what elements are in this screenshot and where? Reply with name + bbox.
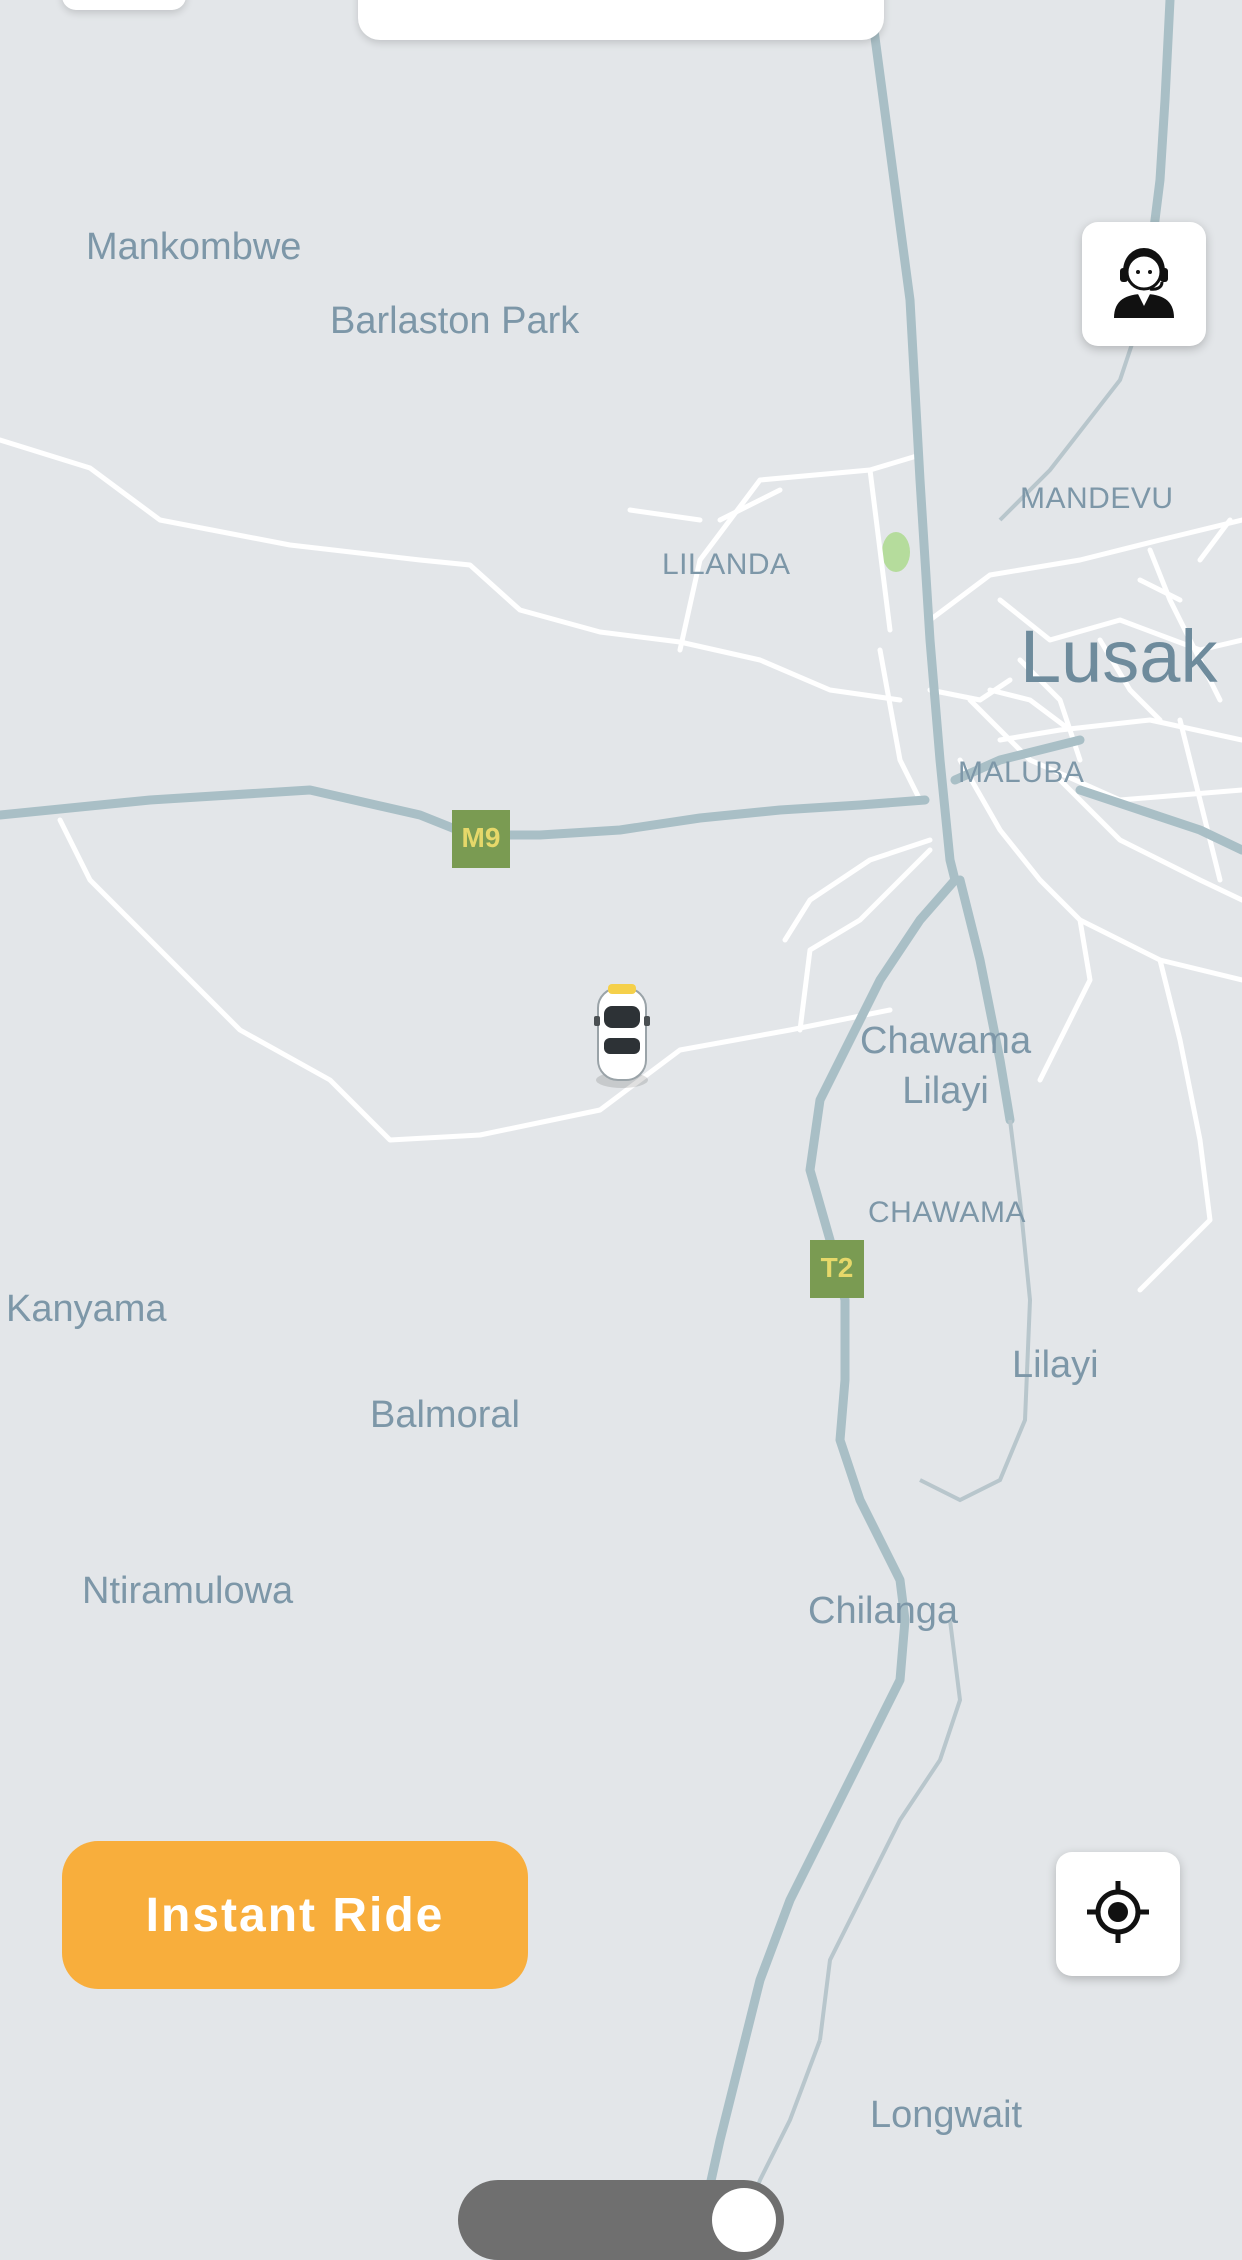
place-label-ntiramulowa: Ntiramulowa xyxy=(82,1570,294,1612)
pickup-search-card[interactable] xyxy=(358,0,884,40)
place-label-kanyama: Kanyama xyxy=(6,1288,167,1330)
place-label-lilayi: Lilayi xyxy=(1012,1344,1099,1386)
place-label-lusaka: Lusak xyxy=(1020,615,1218,698)
top-left-menu-button[interactable] xyxy=(62,0,186,10)
place-label-maluba: MALUBA xyxy=(958,756,1085,789)
place-label-chawama: CHAWAMA xyxy=(868,1196,1026,1229)
place-label-mankombwe: Mankombwe xyxy=(86,226,302,268)
place-label-chilanga: Chilanga xyxy=(808,1590,958,1632)
availability-toggle[interactable] xyxy=(458,2180,784,2260)
road-shield-t2: T2 xyxy=(810,1240,864,1298)
place-label-mandevu: MANDEVU xyxy=(1020,482,1174,515)
place-label-balmoral: Balmoral xyxy=(370,1394,520,1436)
car-marker-icon[interactable] xyxy=(590,980,654,1092)
place-label-longwait: Longwait xyxy=(870,2094,1023,2136)
my-location-button[interactable] xyxy=(1056,1852,1180,1976)
my-location-icon xyxy=(1083,1877,1153,1952)
road-shield-m9: M9 xyxy=(452,810,510,868)
instant-ride-button[interactable]: Instant Ride xyxy=(62,1841,528,1989)
park-area xyxy=(882,532,910,572)
support-button[interactable] xyxy=(1082,222,1206,346)
place-label-barlaston-park: Barlaston Park xyxy=(330,300,580,342)
place-label-chawama-lilayi: Chawama Lilayi xyxy=(860,1020,1032,1112)
toggle-knob[interactable] xyxy=(712,2188,776,2252)
place-label-lilanda: LILANDA xyxy=(662,548,791,581)
support-agent-icon xyxy=(1104,242,1184,327)
